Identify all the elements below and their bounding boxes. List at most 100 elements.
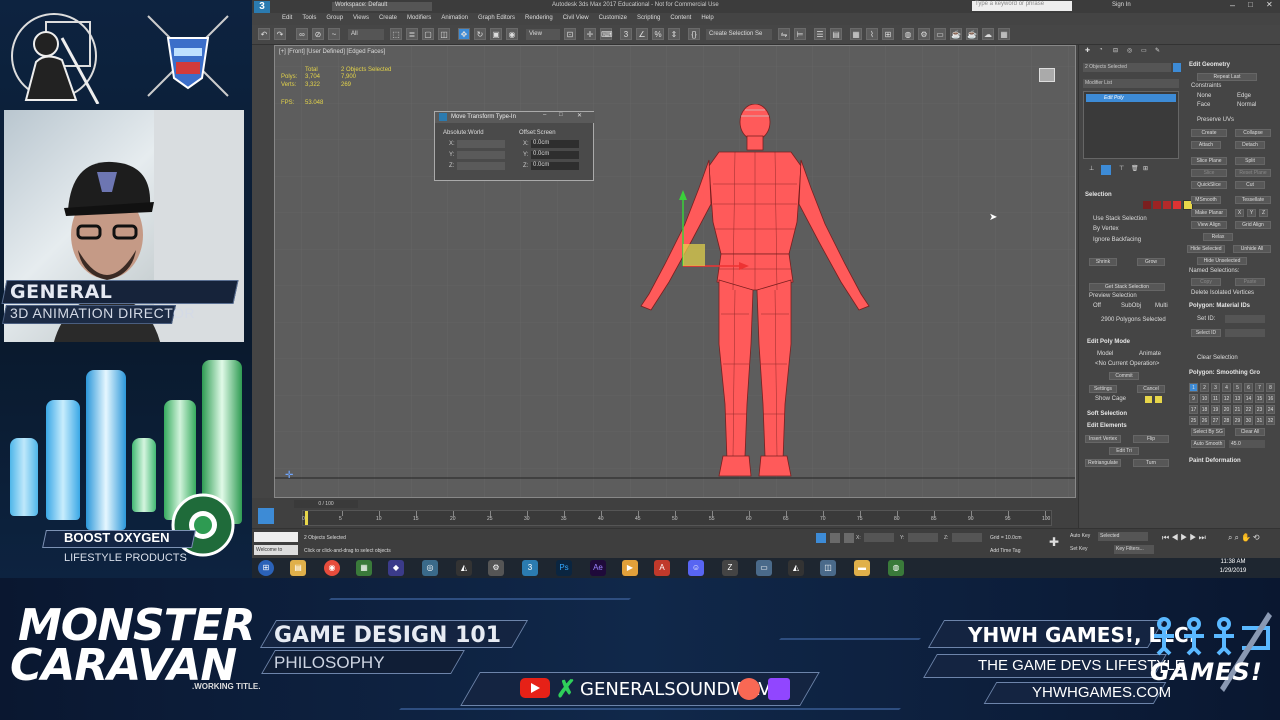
get-stack-selection-button[interactable]: Get Stack Selection [1089, 283, 1165, 291]
constraint-normal-radio[interactable]: Normal [1237, 102, 1256, 108]
a360-gallery-icon[interactable]: ▦ [998, 28, 1010, 40]
smoothing-group-button[interactable]: 13 [1233, 394, 1242, 403]
app-icon-19[interactable]: ◍ [888, 560, 904, 576]
region-select-icon[interactable]: ▢ [422, 28, 434, 40]
settings-button[interactable]: Settings [1089, 385, 1117, 393]
maxscript-listener[interactable]: Welcome to [254, 545, 298, 555]
sign-in-link[interactable]: Sign In [1112, 2, 1131, 8]
menu-rendering[interactable]: Rendering [525, 15, 553, 21]
menu-tools[interactable]: Tools [302, 15, 316, 21]
mirror-icon[interactable]: ⇋ [778, 28, 790, 40]
close-icon[interactable]: ✕ [1266, 0, 1273, 9]
smoothing-group-button[interactable]: 4 [1222, 383, 1231, 392]
smoothing-group-button[interactable]: 3 [1211, 383, 1220, 392]
hide-unselected-button[interactable]: Hide Unselected [1197, 257, 1247, 265]
layer-explorer-icon[interactable]: ▤ [830, 28, 842, 40]
keyboard-shortcut-icon[interactable]: ⌨ [600, 28, 613, 40]
material-ids-rollout[interactable]: Polygon: Material IDs [1189, 303, 1250, 309]
maximize-icon[interactable]: □ [1248, 0, 1253, 9]
cage-color-swatch[interactable] [1145, 396, 1152, 403]
app-icon-5[interactable]: ◎ [422, 560, 438, 576]
hierarchy-tab-icon[interactable]: ⊟ [1113, 47, 1118, 54]
front-viewport[interactable]: [+] [Front] [User Defined] [Edged Faces]… [274, 45, 1076, 498]
viewport-nav-controls[interactable]: ⌕⌕✋⟲ [1228, 533, 1262, 543]
smoothing-group-button[interactable]: 25 [1189, 416, 1198, 425]
split-button[interactable]: Split [1235, 157, 1265, 165]
insert-vertex-button[interactable]: Insert Vertex [1085, 435, 1121, 443]
settings-icon[interactable]: ⚙ [488, 560, 504, 576]
clock-date[interactable]: 1/29/2019 [1188, 568, 1278, 574]
model-radio[interactable]: Model [1097, 351, 1113, 357]
preserve-uvs-checkbox[interactable]: Preserve UVs [1197, 117, 1234, 123]
shrink-button[interactable]: Shrink [1089, 258, 1117, 266]
app-icon-15[interactable]: ▭ [756, 560, 772, 576]
utilities-tab-icon[interactable]: ✎ [1155, 47, 1160, 54]
cut-button[interactable]: Cut [1235, 181, 1265, 189]
tessellate-button[interactable]: Tessellate [1235, 196, 1271, 204]
angle-snap-icon[interactable]: ∠ [636, 28, 648, 40]
smoothing-group-button[interactable]: 17 [1189, 405, 1198, 414]
object-name-field[interactable]: 2 Objects Selected [1083, 63, 1171, 72]
copy-button[interactable]: Copy [1191, 278, 1221, 286]
menu-animation[interactable]: Animation [441, 15, 468, 21]
percent-snap-icon[interactable]: % [652, 28, 664, 40]
render-iterative-icon[interactable]: ☕ [966, 28, 978, 40]
clock-time[interactable]: 11:38 AM [1188, 559, 1278, 565]
preview-subobj-radio[interactable]: SubObj [1121, 303, 1141, 309]
off-x-input[interactable]: 0.0cm [531, 140, 579, 148]
menu-scripting[interactable]: Scripting [637, 15, 660, 21]
dialog-maximize-icon[interactable]: □ [559, 112, 563, 118]
smoothing-group-button[interactable]: 1 [1189, 383, 1198, 392]
polygon-mode-icon[interactable] [1173, 201, 1181, 209]
menu-views[interactable]: Views [353, 15, 369, 21]
planar-y-button[interactable]: Y [1247, 209, 1256, 217]
set-id-spinner[interactable] [1225, 315, 1265, 323]
smoothing-group-button[interactable]: 26 [1200, 416, 1209, 425]
menu-content[interactable]: Content [670, 15, 691, 21]
smoothing-group-button[interactable]: 16 [1266, 394, 1275, 403]
remove-modifier-icon[interactable]: 🗑 [1131, 165, 1139, 172]
move-transform-dialog[interactable]: Move Transform Type-In – □ ✕ Absolute:Wo… [434, 111, 595, 181]
link-icon[interactable]: ∞ [296, 28, 308, 40]
create-button[interactable]: Create [1191, 129, 1227, 137]
smoothing-group-button[interactable]: 22 [1244, 405, 1253, 414]
show-cage-checkbox[interactable]: Show Cage [1095, 396, 1126, 402]
smoothing-group-button[interactable]: 7 [1255, 383, 1264, 392]
edit-named-selection-icon[interactable]: {} [688, 28, 700, 40]
chrome-icon[interactable]: ◉ [324, 560, 340, 576]
abs-x-input[interactable] [457, 140, 505, 148]
auto-key-button[interactable]: Auto Key [1070, 533, 1090, 539]
constraint-none-radio[interactable]: None [1197, 93, 1211, 99]
attach-button[interactable]: Attach [1191, 141, 1221, 149]
zbrush-icon[interactable]: Z [722, 560, 738, 576]
smoothing-group-button[interactable]: 5 [1233, 383, 1242, 392]
workspace-dropdown[interactable]: Workspace: Default [332, 2, 432, 11]
media-player-icon[interactable]: ▶ [622, 560, 638, 576]
constraint-edge-radio[interactable]: Edge [1237, 93, 1251, 99]
reset-plane-button[interactable]: Reset Plane [1235, 169, 1271, 177]
smoothing-group-button[interactable]: 30 [1244, 416, 1253, 425]
abs-z-input[interactable] [457, 162, 505, 170]
render-a360-icon[interactable]: ☁ [982, 28, 994, 40]
smoothing-group-button[interactable]: 15 [1255, 394, 1264, 403]
menu-civil-view[interactable]: Civil View [563, 15, 589, 21]
modifier-list-dropdown[interactable]: Modifier List [1083, 79, 1179, 88]
menu-customize[interactable]: Customize [599, 15, 627, 21]
key-mode-dropdown[interactable]: Selected [1098, 532, 1148, 541]
render-production-icon[interactable]: ☕ [950, 28, 962, 40]
absolute-mode-icon[interactable] [844, 533, 854, 543]
start-button-icon[interactable]: ⊞ [258, 560, 274, 576]
window-crossing-icon[interactable]: ◫ [438, 28, 450, 40]
z-coord-field[interactable] [952, 533, 982, 542]
select-object-icon[interactable]: ⬚ [390, 28, 402, 40]
character-mesh[interactable] [615, 104, 895, 480]
unity-hub-icon[interactable]: ◭ [788, 560, 804, 576]
viewport-label[interactable]: [+] [Front] [User Defined] [Edged Faces] [279, 49, 385, 55]
cage-selected-color-swatch[interactable] [1155, 396, 1162, 403]
3dsmax-taskbar-icon[interactable]: 3 [522, 560, 538, 576]
render-setup-icon[interactable]: ⚙ [918, 28, 930, 40]
turn-button[interactable]: Turn [1133, 459, 1169, 467]
snaps-toggle-icon[interactable]: 3 [620, 28, 632, 40]
display-tab-icon[interactable]: ▭ [1141, 47, 1147, 54]
explorer-icon[interactable]: ▤ [290, 560, 306, 576]
